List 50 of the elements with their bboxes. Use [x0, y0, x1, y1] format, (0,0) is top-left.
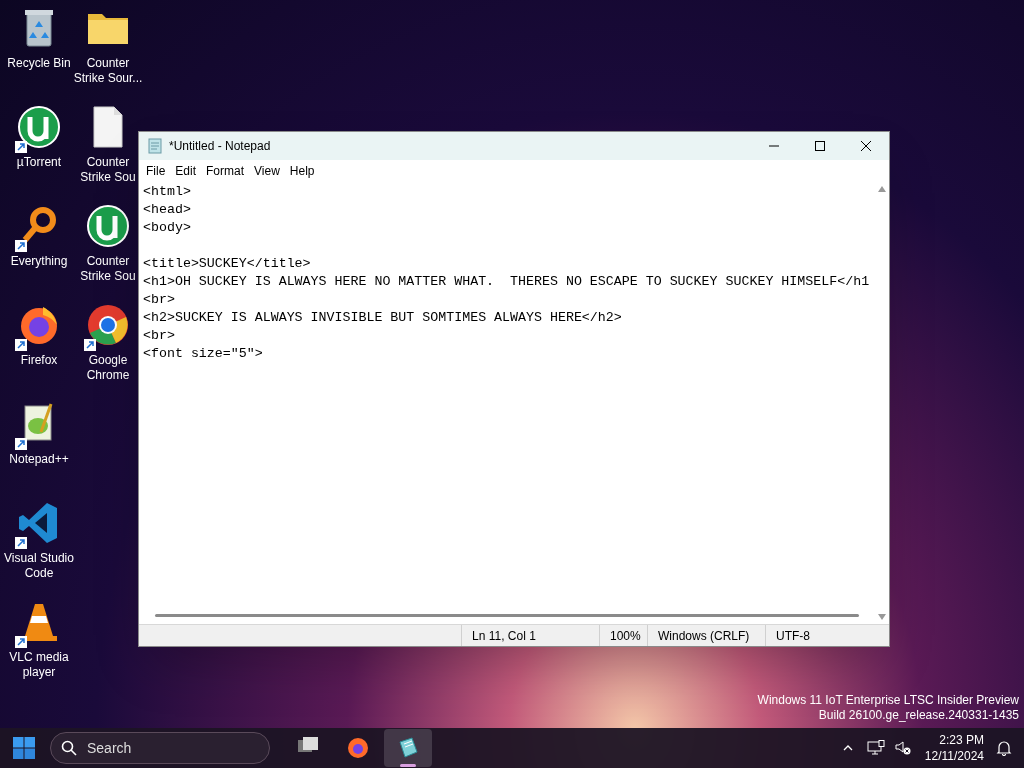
maximize-icon [815, 141, 825, 151]
chrome-icon[interactable] [86, 303, 130, 347]
clock-date[interactable]: 12/11/2024 [924, 748, 984, 764]
windows-logo-icon [13, 737, 35, 759]
network-icon[interactable] [866, 740, 885, 756]
status-text: UTF-8 [776, 627, 810, 645]
text-line: <h1>OH SUCKEY IS ALWAYS HERE NO MATTER WHAT. THERES NO ESCAPE TO SUCKEY SUCKEY HIMSELF</h1 [143, 273, 871, 291]
status-text: Ln 11, Col 1 [472, 627, 536, 645]
menu-item[interactable]: Edit [170, 162, 202, 180]
icon-label[interactable]: Visual Studio Code [2, 551, 76, 581]
firefox-icon [346, 736, 370, 760]
icon-label[interactable]: Counter Strike Sou [79, 254, 137, 284]
icon-label[interactable]: VLC media player [2, 650, 76, 680]
icon-label[interactable]: µTorrent [10, 155, 68, 170]
icon-label[interactable]: Notepad++ [2, 452, 76, 467]
text-line: <body> [143, 219, 192, 237]
menu-item[interactable]: Help [284, 162, 320, 180]
speaker-muted-icon[interactable] [894, 741, 911, 755]
notepad-icon [147, 138, 163, 154]
notepad-icon [396, 736, 420, 760]
scroll-down-arrow-icon[interactable] [878, 614, 886, 620]
icon-label[interactable]: Firefox [14, 353, 64, 368]
text-line: <head> [143, 201, 192, 219]
text-line: <br> [143, 291, 176, 309]
utorrent-icon[interactable] [17, 105, 61, 149]
icon-label[interactable]: Everything [2, 254, 76, 269]
utorrent-icon[interactable] [86, 204, 130, 248]
text-line: <br> [143, 327, 176, 345]
menu-item[interactable]: File [141, 162, 171, 180]
close-icon [861, 141, 871, 151]
text-line: <title>SUCKEY</title> [143, 255, 312, 273]
chevron-up-icon[interactable] [842, 745, 853, 751]
watermark-text: Windows 11 IoT Enterprise LTSC Insider Preview [757, 693, 1019, 708]
taskbar-app-button[interactable] [384, 729, 432, 767]
icon-label[interactable]: Counter Strike Sou [79, 155, 137, 185]
scroll-up-arrow-icon[interactable] [878, 186, 886, 192]
window-title: *Untitled - Notepad [169, 138, 271, 155]
text-line: <html> [143, 183, 192, 201]
text-line: <h2>SUCKEY IS ALWAYS INVISIBLE BUT SOMTIMES ALWAYS HERE</h2> [143, 309, 623, 327]
status-text: 100% [610, 627, 641, 645]
watermark-text: Build 26100.ge_release.240331-1435 [818, 708, 1019, 723]
status-text: Windows (CRLF) [658, 627, 750, 645]
menu-item[interactable]: View [249, 162, 285, 180]
text-line: <font size="5"> [143, 345, 264, 363]
search-icon [61, 740, 77, 756]
notification-bell-icon[interactable] [996, 740, 1012, 756]
menu-item[interactable]: Format [201, 162, 250, 180]
search-field[interactable]: Search [50, 732, 270, 764]
clock-time[interactable]: 2:23 PM [939, 732, 984, 748]
icon-label[interactable]: Google Chrome [79, 353, 137, 383]
